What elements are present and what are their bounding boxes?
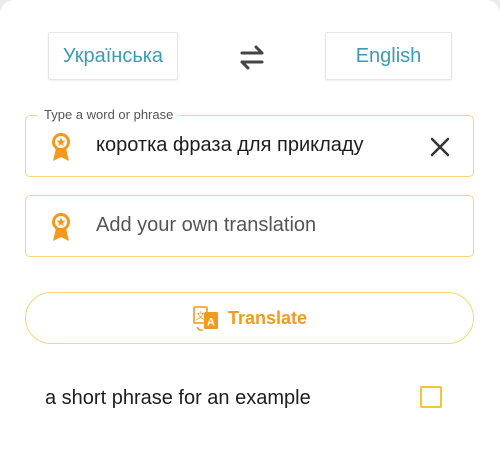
translate-button[interactable]: 文 A Translate	[25, 292, 474, 344]
result-checkbox[interactable]	[420, 386, 442, 408]
translation-panel: Українська English Type a word or phrase…	[0, 0, 500, 467]
word-input-field[interactable]: Type a word or phrase коротка фраза для …	[25, 107, 474, 177]
own-translation-placeholder[interactable]: Add your own translation	[96, 196, 316, 255]
result-text: a short phrase for an example	[45, 386, 311, 409]
source-language-button[interactable]: Українська	[48, 32, 178, 80]
swap-arrows-icon[interactable]	[235, 42, 269, 72]
target-language-label: English	[355, 44, 422, 67]
svg-text:文: 文	[196, 310, 205, 322]
svg-text:A: A	[207, 317, 215, 329]
translate-icon: 文 A	[193, 306, 218, 331]
award-badge-icon	[52, 133, 70, 161]
translate-button-label: Translate	[227, 307, 308, 328]
award-badge-icon	[52, 213, 70, 241]
target-language-button[interactable]: English	[325, 32, 452, 80]
word-input-value[interactable]: коротка фраза для прикладу	[96, 116, 364, 175]
result-item[interactable]: a short phrase for an example	[45, 380, 455, 416]
own-translation-field[interactable]: Add your own translation	[25, 195, 474, 257]
source-language-label: Українська	[62, 44, 164, 67]
close-icon[interactable]	[429, 136, 451, 158]
